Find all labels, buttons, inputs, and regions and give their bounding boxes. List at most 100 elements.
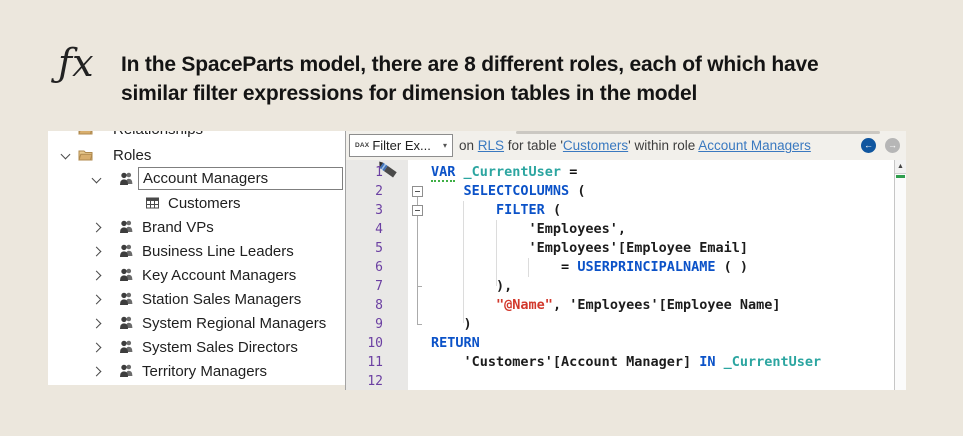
chevron-right-icon[interactable] <box>91 222 102 233</box>
tree-item-label: Territory Managers <box>142 363 268 380</box>
code-line-7: ), <box>431 277 512 296</box>
code-token: 'Employees'[Employee Email] <box>431 240 748 256</box>
fold-region-end <box>417 324 422 325</box>
folder-icon <box>78 148 93 166</box>
tree-item-label: Key Account Managers <box>142 267 297 284</box>
fold-collapse-toggle[interactable] <box>412 205 423 216</box>
chevron-down-icon[interactable] <box>91 173 102 184</box>
chevron-right-icon[interactable] <box>91 270 102 281</box>
selected-item-edit-box[interactable]: Account Managers <box>138 167 343 190</box>
code-token-kw: FILTER <box>496 202 545 218</box>
folder-icon <box>78 131 93 140</box>
code-line-6: = USERPRINCIPALNAME ( ) <box>431 258 748 277</box>
context-link-rls[interactable]: RLS <box>478 138 504 153</box>
code-token-kw: VAR <box>431 164 456 182</box>
line-number: 11 <box>367 355 383 370</box>
code-line-9: ) <box>431 315 472 334</box>
expression-selector-label: Filter Ex... <box>372 138 431 153</box>
role-icon <box>119 220 133 238</box>
code-line-2: SELECTCOLUMNS ( <box>431 182 586 201</box>
line-number: 9 <box>375 317 383 332</box>
role-icon <box>119 268 133 286</box>
chevron-right-icon[interactable] <box>91 366 102 377</box>
role-icon <box>119 292 133 310</box>
indent-guide <box>496 220 497 286</box>
dax-expression-editor-panel: DAX Filter Ex... ▾ on RLS for table 'Cus… <box>345 131 906 390</box>
role-icon <box>119 364 133 382</box>
code-line-1: VAR _CurrentUser = <box>431 163 577 182</box>
navigate-back-button[interactable]: ← <box>861 138 876 153</box>
chevron-right-icon[interactable] <box>91 294 102 305</box>
indent-guide <box>528 258 529 277</box>
vertical-scrollbar[interactable]: ▲ <box>894 160 906 390</box>
code-line-4: 'Employees', <box>431 220 627 239</box>
line-number: 3 <box>375 203 383 218</box>
line-number: 10 <box>367 336 383 351</box>
scroll-position-marker <box>896 175 905 178</box>
tree-item-system-sales-directors[interactable]: System Sales Directors <box>48 336 345 360</box>
model-tree-panel: Relationships Roles Account Managers Custom… <box>48 131 345 385</box>
line-number: 6 <box>375 260 383 275</box>
expression-context-breadcrumb: on RLS for table 'Customers' within role… <box>459 131 811 160</box>
tree-item-business-line-leaders[interactable]: Business Line Leaders <box>48 240 345 264</box>
chevron-right-icon[interactable] <box>91 342 102 353</box>
code-token-op: = <box>569 164 578 180</box>
scroll-up-icon[interactable]: ▲ <box>895 160 906 174</box>
line-number: 1 <box>375 165 383 180</box>
fx-function-icon: ƒx <box>58 41 94 85</box>
line-number: 2 <box>375 184 383 199</box>
context-text: ' within role <box>628 138 699 153</box>
code-line-8: "@Name", 'Employees'[Employee Name] <box>431 296 781 315</box>
tree-item-system-regional-managers[interactable]: System Regional Managers <box>48 312 345 336</box>
code-token: ( <box>544 202 562 218</box>
tree-item-label: System Regional Managers <box>142 315 327 332</box>
tree-item-relationships[interactable]: Relationships <box>48 131 345 142</box>
context-text: for table ' <box>504 138 563 153</box>
code-line-5: 'Employees'[Employee Email] <box>431 239 748 258</box>
code-token: , 'Employees'[Employee Name] <box>552 297 781 313</box>
fold-collapse-toggle[interactable] <box>412 186 423 197</box>
code-token: 'Customers'[Account Manager] <box>431 354 700 370</box>
code-token: 'Employees', <box>431 221 627 237</box>
tree-item-brand-vps[interactable]: Brand VPs <box>48 216 345 240</box>
chevron-right-icon[interactable] <box>91 246 102 257</box>
expression-selector-dropdown[interactable]: DAX Filter Ex... ▾ <box>349 134 453 157</box>
tree-item-account-managers[interactable]: Account Managers <box>48 167 345 192</box>
dax-badge: DAX <box>355 142 370 149</box>
code-token: ) <box>431 316 472 332</box>
table-icon <box>146 196 159 214</box>
tree-item-roles[interactable]: Roles <box>48 144 345 168</box>
code-token-var: _CurrentUser <box>723 354 822 370</box>
code-line-11: 'Customers'[Account Manager] IN _Current… <box>431 353 822 372</box>
tree-item-customers[interactable]: Customers <box>48 192 345 216</box>
context-link-customers[interactable]: Customers <box>563 138 628 153</box>
page-title: In the SpaceParts model, there are 8 dif… <box>121 50 941 108</box>
navigate-forward-button[interactable]: → <box>885 138 900 153</box>
dax-code-editor[interactable]: ▲ 1 VAR _CurrentUser = 2 SELECTCOLUMNS (3 … <box>346 160 906 390</box>
code-token-var: _CurrentUser <box>463 164 562 180</box>
indent-guide <box>463 201 464 323</box>
code-token-str: "@Name" <box>496 297 553 313</box>
page-title-line1: In the SpaceParts model, there are 8 dif… <box>121 53 819 76</box>
context-link-account-managers[interactable]: Account Managers <box>698 138 811 153</box>
role-icon <box>119 244 133 262</box>
line-number: 8 <box>375 298 383 313</box>
expression-toolbar: DAX Filter Ex... ▾ on RLS for table 'Cus… <box>346 131 906 160</box>
tree-item-label: Station Sales Managers <box>142 291 302 308</box>
tree-item-label: Account Managers <box>143 170 269 187</box>
tree-item-label: Business Line Leaders <box>142 243 294 260</box>
tree-item-territory-managers[interactable]: Territory Managers <box>48 360 345 384</box>
chevron-right-icon[interactable] <box>91 318 102 329</box>
line-number: 12 <box>367 374 383 389</box>
tree-item-label: Relationships <box>113 131 203 138</box>
tree-item-station-sales-managers[interactable]: Station Sales Managers <box>48 288 345 312</box>
page-title-line2: similar filter expressions for dimension… <box>121 82 698 105</box>
code-token: ), <box>431 278 513 294</box>
tree-item-key-account-managers[interactable]: Key Account Managers <box>48 264 345 288</box>
role-icon <box>119 172 133 190</box>
chevron-down-icon[interactable] <box>60 149 71 160</box>
